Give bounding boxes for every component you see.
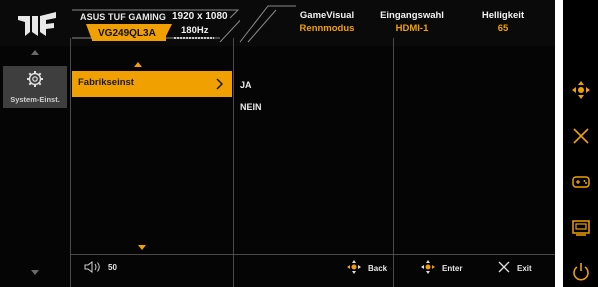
scroll-down-icon[interactable] bbox=[31, 270, 39, 275]
sidebar-item-system-settings[interactable]: System-Einst. bbox=[3, 66, 67, 108]
enter-label[interactable]: Enter bbox=[442, 264, 462, 273]
hardware-button-bar bbox=[563, 0, 598, 287]
volume-icon bbox=[84, 261, 100, 273]
submenu-down-icon[interactable] bbox=[138, 245, 146, 250]
chevron-right-icon bbox=[216, 78, 224, 90]
input-label: Eingangswahl bbox=[380, 10, 444, 21]
scroll-up-icon[interactable] bbox=[31, 50, 39, 55]
menu-item-factory-reset[interactable]: Fabrikseinst bbox=[72, 71, 232, 97]
option-no[interactable]: NEIN bbox=[240, 102, 262, 112]
joystick-back-icon bbox=[347, 260, 361, 274]
submenu-up-icon[interactable] bbox=[134, 62, 142, 67]
move-joystick-icon[interactable] bbox=[571, 80, 591, 100]
column-divider bbox=[70, 38, 71, 287]
brightness-status: Helligkeit 65 bbox=[468, 10, 538, 34]
gamevisual-label: GameVisual bbox=[299, 10, 355, 21]
input-source-icon[interactable] bbox=[571, 218, 591, 238]
model-code: VG249QL3A bbox=[92, 27, 166, 41]
gamevisual-status: GameVisual Rennmodus bbox=[292, 10, 362, 34]
top-bar: ASUS TUF GAMING 1920 x 1080 VG249QL3A 18… bbox=[0, 0, 555, 46]
resolution: 1920 x 1080 bbox=[172, 11, 228, 22]
column-divider bbox=[233, 38, 234, 287]
close-icon bbox=[498, 261, 510, 273]
joystick-enter-icon bbox=[421, 260, 435, 274]
header-divider bbox=[239, 5, 296, 43]
brightness-value: 65 bbox=[497, 23, 509, 34]
back-label[interactable]: Back bbox=[368, 264, 387, 273]
footer-divider bbox=[70, 254, 555, 255]
power-icon[interactable] bbox=[571, 262, 591, 282]
osd-menu: ASUS TUF GAMING 1920 x 1080 VG249QL3A 18… bbox=[0, 0, 555, 287]
brightness-label: Helligkeit bbox=[481, 10, 525, 21]
refresh-rate: 180Hz bbox=[181, 25, 209, 36]
tuf-logo bbox=[18, 12, 56, 36]
menu-item-label: Fabrikseinst bbox=[78, 77, 134, 88]
model-name: ASUS TUF GAMING bbox=[80, 12, 166, 22]
close-icon[interactable] bbox=[571, 126, 591, 146]
option-yes[interactable]: JA bbox=[240, 80, 252, 90]
gamevisual-value: Rennmodus bbox=[299, 23, 355, 34]
gear-icon bbox=[27, 71, 43, 87]
sidebar: System-Einst. bbox=[0, 46, 70, 287]
input-status: Eingangswahl HDMI-1 bbox=[372, 10, 452, 34]
input-value: HDMI-1 bbox=[395, 23, 429, 34]
gamepad-icon[interactable] bbox=[571, 172, 591, 192]
volume-value: 50 bbox=[108, 263, 117, 272]
exit-label[interactable]: Exit bbox=[517, 264, 532, 273]
column-divider bbox=[393, 38, 394, 287]
sidebar-item-label: System-Einst. bbox=[10, 95, 60, 104]
